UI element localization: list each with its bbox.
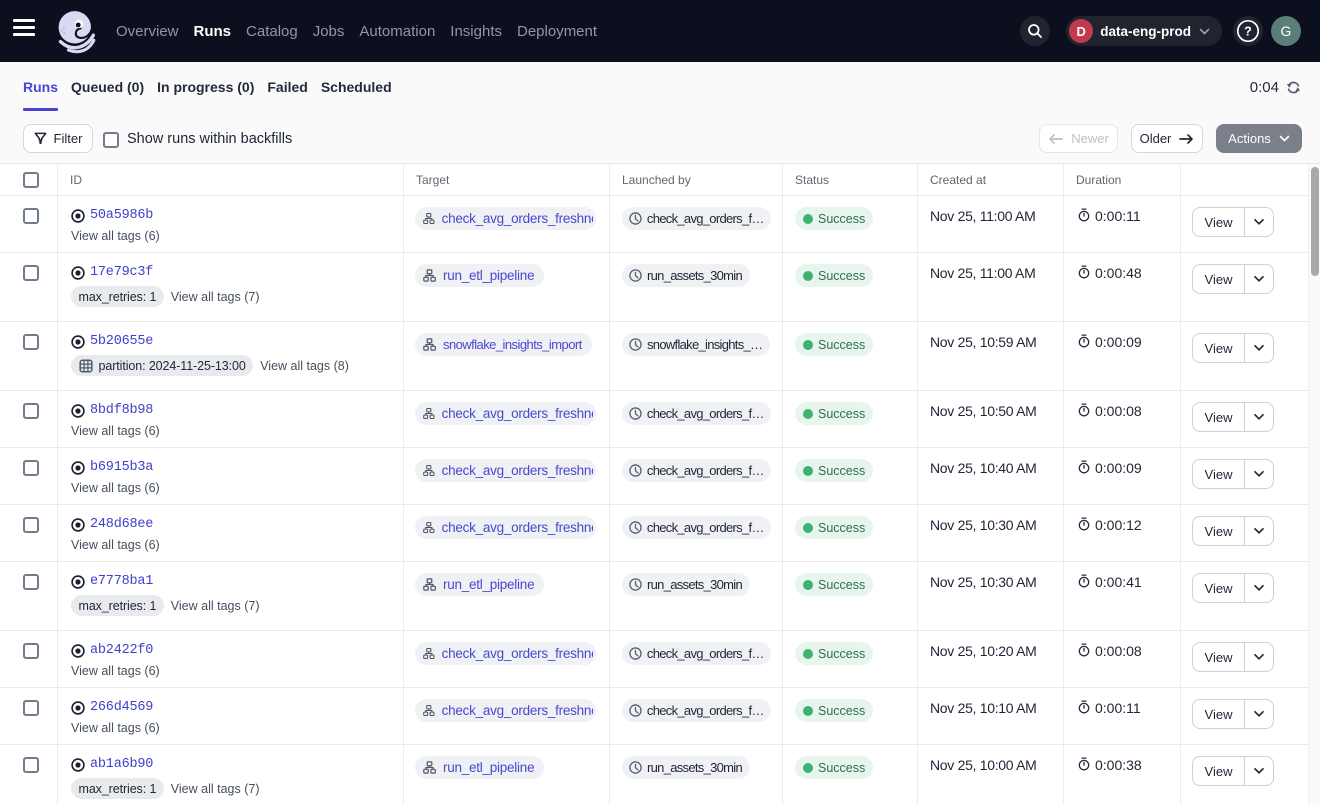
svg-text:?: ? <box>1244 25 1252 39</box>
